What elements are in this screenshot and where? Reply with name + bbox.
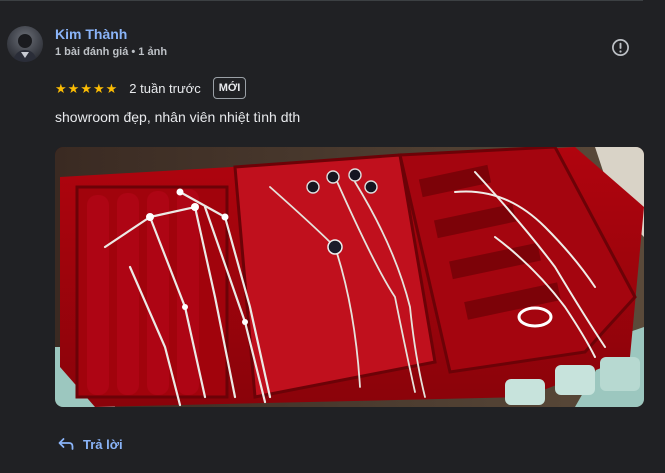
- reply-label: Trả lời: [83, 436, 123, 452]
- star-rating: ★ ★ ★ ★ ★: [55, 82, 117, 95]
- star-icon: ★: [80, 80, 92, 96]
- rating-row: ★ ★ ★ ★ ★ 2 tuần trước MỚI: [55, 76, 247, 100]
- star-icon: ★: [67, 80, 80, 96]
- star-icon: ★: [55, 80, 67, 96]
- user-avatar-icon: [13, 34, 37, 62]
- author-meta: 1 bài đánh giá • 1 ảnh: [55, 46, 168, 58]
- reply-arrow-icon: [58, 438, 74, 450]
- star-icon: ★: [92, 80, 105, 96]
- star-icon: ★: [105, 80, 118, 96]
- review-card: Kim Thành 1 bài đánh giá • 1 ảnh ★ ★ ★ ★…: [0, 0, 665, 473]
- review-text: showroom đẹp, nhân viên nhiệt tình dth: [55, 109, 301, 125]
- author-avatar[interactable]: [7, 26, 43, 62]
- report-button[interactable]: [609, 36, 631, 58]
- author-name[interactable]: Kim Thành: [55, 26, 127, 43]
- reply-button[interactable]: Trả lời: [58, 432, 123, 456]
- review-time: 2 tuần trước: [129, 80, 201, 96]
- jewelry-photo-icon: [55, 147, 644, 407]
- review-photo[interactable]: [55, 147, 644, 407]
- report-icon: [611, 38, 629, 56]
- new-badge: MỚI: [212, 77, 247, 99]
